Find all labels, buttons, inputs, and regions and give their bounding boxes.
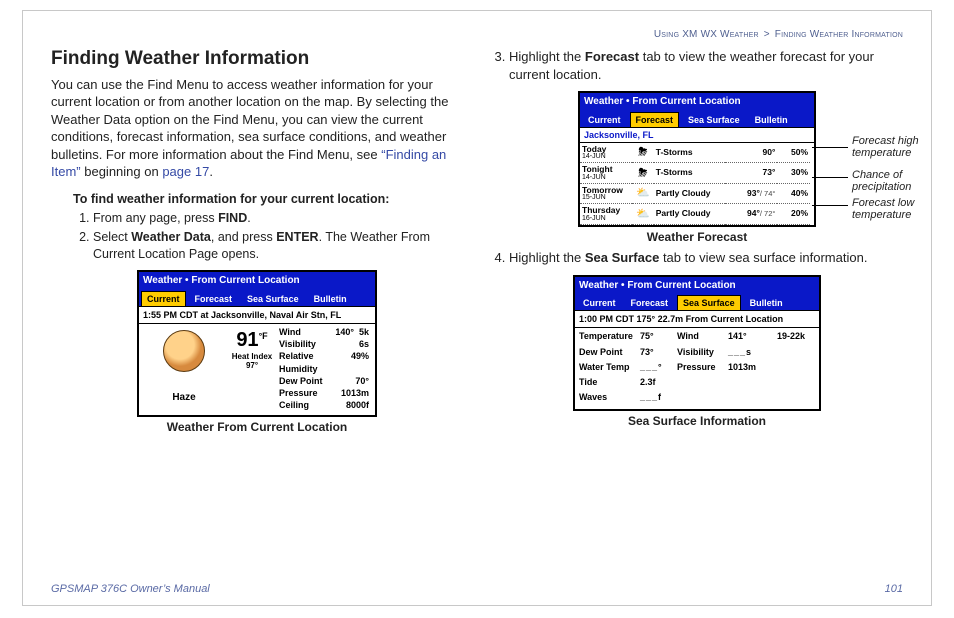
tab-forecast[interactable]: Forecast	[189, 291, 239, 306]
tab-sea-surface[interactable]: Sea Surface	[677, 295, 741, 310]
tab-sea-surface[interactable]: Sea Surface	[682, 112, 746, 127]
gps-title-sea: Weather • From Current Location	[575, 277, 819, 295]
table-row: Tonight14-JUN ⛈ T-Storms 73° 30%	[580, 163, 810, 184]
tab-bulletin[interactable]: Bulletin	[308, 291, 353, 306]
breadcrumb-section: Using XM WX Weather	[654, 29, 759, 40]
table-row: Thursday16-JUN ⛅ Partly Cloudy 94°/ 72° …	[580, 204, 810, 225]
sea-status: 1:00 PM CDT 175° 22.7m From Current Loca…	[575, 311, 819, 328]
condition-label: Haze	[141, 391, 227, 405]
step-3: Highlight the Forecast tab to view the w…	[509, 48, 903, 83]
partly-cloudy-icon: ⛅	[632, 204, 654, 225]
temp-value: 91	[236, 329, 258, 351]
caption-forecast: Weather Forecast	[491, 229, 903, 245]
gps-title-forecast: Weather • From Current Location	[580, 93, 814, 111]
storm-icon: ⛈	[632, 143, 654, 163]
temp-unit: °F	[259, 331, 268, 341]
callout-high-temp: Forecast high temperature	[852, 135, 954, 159]
gps-status: 1:55 PM CDT at Jacksonville, Naval Air S…	[139, 307, 375, 324]
tab-sea-surface[interactable]: Sea Surface	[241, 291, 305, 306]
page-title: Finding Weather Information	[51, 46, 463, 72]
caption-current: Weather From Current Location	[51, 419, 463, 435]
breadcrumb-sep: >	[764, 29, 770, 40]
table-row: Tomorrow15-JUN ⛅ Partly Cloudy 93°/ 74° …	[580, 183, 810, 204]
partly-cloudy-icon: ⛅	[632, 183, 654, 204]
gps-tabs-forecast: Current Forecast Sea Surface Bulletin	[580, 111, 814, 127]
step-2: Select Weather Data, and press ENTER. Th…	[93, 229, 463, 263]
tab-bulletin[interactable]: Bulletin	[744, 295, 789, 310]
link-page-17[interactable]: page 17	[162, 164, 209, 179]
caption-sea-surface: Sea Surface Information	[491, 413, 903, 429]
breadcrumb-sub: Finding Weather Information	[775, 29, 903, 40]
tab-forecast[interactable]: Forecast	[625, 295, 675, 310]
tab-bulletin[interactable]: Bulletin	[749, 112, 794, 127]
storm-icon: ⛈	[632, 163, 654, 184]
step-1: From any page, press FIND.	[93, 210, 463, 227]
procedure-heading: To find weather information for your cur…	[73, 191, 463, 208]
footer-page-number: 101	[885, 583, 903, 595]
screenshot-sea-surface: Weather • From Current Location Current …	[573, 275, 821, 411]
step-4: Highlight the Sea Surface tab to view se…	[509, 249, 903, 267]
gps-tabs-sea: Current Forecast Sea Surface Bulletin	[575, 294, 819, 310]
forecast-table: Today14-JUN ⛈ T-Storms 90° 50% Tonight14…	[580, 143, 810, 225]
tab-current[interactable]: Current	[577, 295, 622, 310]
intro-paragraph: You can use the Find Menu to access weat…	[51, 76, 463, 181]
callout-low-temp: Forecast low temperature	[852, 197, 954, 221]
gps-tabs: Current Forecast Sea Surface Bulletin	[139, 290, 375, 306]
screenshot-forecast: Weather • From Current Location Current …	[578, 91, 816, 227]
footer-manual-name: GPSMAP 376C Owner’s Manual	[51, 583, 210, 595]
table-row: Today14-JUN ⛈ T-Storms 90° 50%	[580, 143, 810, 163]
forecast-location: Jacksonville, FL	[580, 128, 814, 143]
breadcrumb: Using XM WX Weather > Finding Weather In…	[51, 29, 903, 40]
tab-forecast[interactable]: Forecast	[630, 112, 680, 127]
tab-current[interactable]: Current	[582, 112, 627, 127]
screenshot-current: Weather • From Current Location Current …	[137, 270, 377, 417]
haze-icon	[163, 330, 205, 372]
heat-index-value: 97°	[229, 362, 275, 371]
callout-chance-precip: Chance of precipitation	[852, 169, 954, 193]
tab-current[interactable]: Current	[141, 291, 186, 306]
gps-title: Weather • From Current Location	[139, 272, 375, 290]
sea-surface-grid: Temperature75° Wind141°19-22k Dew Point7…	[579, 330, 815, 403]
